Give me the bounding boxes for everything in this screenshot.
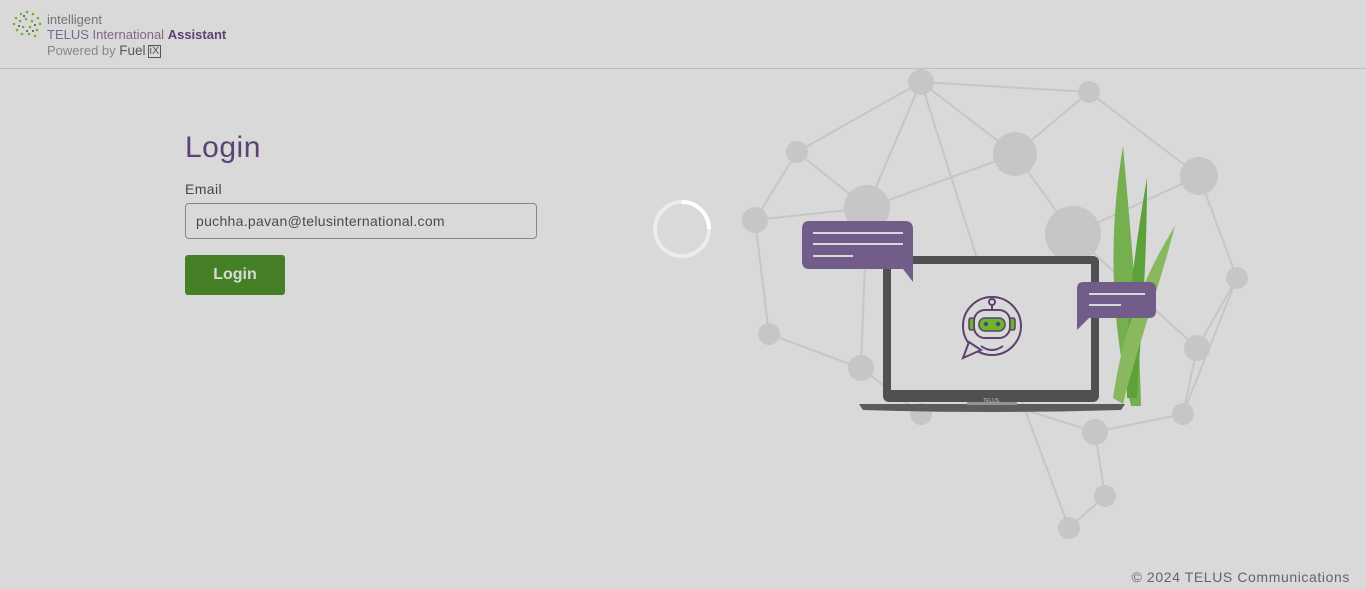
loading-overlay <box>0 0 1366 589</box>
loading-spinner-icon <box>653 200 711 258</box>
